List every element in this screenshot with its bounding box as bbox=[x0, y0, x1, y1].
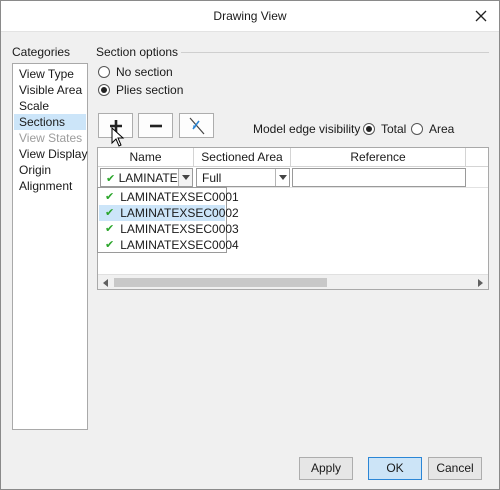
scroll-thumb[interactable] bbox=[114, 278, 327, 287]
categories-list: View Type Visible Area Scale Sections Vi… bbox=[12, 63, 88, 430]
column-header-sectioned-area[interactable]: Sectioned Area bbox=[194, 148, 291, 167]
dropdown-item[interactable]: ✔ LAMINATEXSEC0003 bbox=[99, 221, 239, 237]
radio-no-section-label: No section bbox=[116, 65, 173, 79]
radio-edge-total-circle[interactable] bbox=[363, 123, 375, 135]
category-view-states: View States bbox=[19, 131, 83, 145]
flip-arrow-icon bbox=[189, 117, 204, 134]
horizontal-scrollbar[interactable] bbox=[98, 274, 488, 289]
cancel-button[interactable]: Cancel bbox=[428, 457, 482, 480]
section-options-heading: Section options bbox=[96, 45, 179, 59]
ok-button[interactable]: OK bbox=[368, 457, 422, 480]
sectioned-area-combo[interactable]: Full bbox=[196, 168, 290, 187]
radio-edge-total-label: Total bbox=[381, 122, 407, 136]
sectioned-area-value: Full bbox=[202, 170, 222, 185]
section-options-divider bbox=[181, 52, 489, 53]
apply-button[interactable]: Apply bbox=[299, 457, 353, 480]
table-row: ✔ LAMINATE: Full bbox=[98, 167, 488, 188]
radio-plies-section-label: Plies section bbox=[116, 83, 184, 97]
name-combo-value: LAMINATE: bbox=[118, 170, 178, 185]
chevron-down-icon[interactable] bbox=[275, 169, 289, 186]
check-icon: ✔ bbox=[105, 239, 115, 251]
category-view-display[interactable]: View Display bbox=[14, 146, 87, 162]
name-combo[interactable]: ✔ LAMINATE: bbox=[100, 168, 193, 187]
close-icon[interactable] bbox=[471, 6, 491, 26]
radio-edge-total[interactable]: Total bbox=[363, 122, 406, 136]
category-visible-area[interactable]: Visible Area bbox=[14, 82, 86, 98]
chevron-down-icon[interactable] bbox=[178, 169, 192, 186]
drawing-view-dialog: Drawing View Categories View Type Visibl… bbox=[0, 0, 500, 490]
check-icon: ✔ bbox=[105, 207, 115, 219]
flip-direction-button[interactable] bbox=[179, 113, 214, 138]
dropdown-item-label: LAMINATEXSEC0002 bbox=[120, 206, 239, 220]
remove-section-button[interactable] bbox=[138, 113, 173, 138]
category-origin[interactable]: Origin bbox=[14, 162, 86, 178]
table-header: Name Sectioned Area Reference bbox=[98, 148, 488, 167]
dropdown-item[interactable]: ✔ LAMINATEXSEC0001 bbox=[99, 189, 239, 205]
radio-no-section[interactable]: No section bbox=[98, 65, 173, 79]
column-header-reference[interactable]: Reference bbox=[291, 148, 466, 167]
mouse-cursor-icon bbox=[111, 127, 125, 147]
dropdown-item-label: LAMINATEXSEC0003 bbox=[120, 222, 239, 236]
radio-no-section-circle[interactable] bbox=[98, 66, 110, 78]
radio-plies-section-circle[interactable] bbox=[98, 84, 110, 96]
name-combo-content: ✔ LAMINATE: bbox=[101, 171, 178, 185]
title-bar: Drawing View bbox=[1, 1, 499, 32]
category-scale[interactable]: Scale bbox=[14, 98, 86, 114]
dropdown-item-label: LAMINATEXSEC0004 bbox=[120, 238, 239, 252]
scroll-right-icon[interactable] bbox=[473, 275, 488, 290]
scroll-left-icon[interactable] bbox=[98, 275, 113, 290]
check-icon: ✔ bbox=[105, 191, 115, 203]
name-dropdown-list: ✔ LAMINATEXSEC0001 ✔ LAMINATEXSEC0002 ✔ … bbox=[97, 187, 239, 253]
check-icon: ✔ bbox=[106, 172, 116, 185]
category-alignment[interactable]: Alignment bbox=[14, 178, 86, 194]
dropdown-item[interactable]: ✔ LAMINATEXSEC0004 bbox=[99, 237, 239, 253]
reference-field[interactable] bbox=[292, 168, 466, 187]
window-title: Drawing View bbox=[213, 9, 287, 23]
minus-icon bbox=[149, 124, 162, 127]
radio-edge-area-circle[interactable] bbox=[411, 123, 423, 135]
category-sections[interactable]: Sections bbox=[14, 114, 86, 130]
dropdown-item[interactable]: ✔ LAMINATEXSEC0002 bbox=[99, 205, 239, 221]
radio-edge-area-label: Area bbox=[429, 122, 455, 136]
column-header-name[interactable]: Name bbox=[98, 148, 194, 167]
check-icon: ✔ bbox=[105, 223, 115, 235]
categories-heading: Categories bbox=[12, 45, 71, 59]
radio-plies-section[interactable]: Plies section bbox=[98, 83, 183, 97]
dropdown-item-label: LAMINATEXSEC0001 bbox=[120, 190, 239, 204]
edge-visibility-label: Model edge visibility bbox=[253, 122, 361, 136]
category-view-type[interactable]: View Type bbox=[14, 66, 86, 82]
radio-edge-area[interactable]: Area bbox=[411, 122, 454, 136]
